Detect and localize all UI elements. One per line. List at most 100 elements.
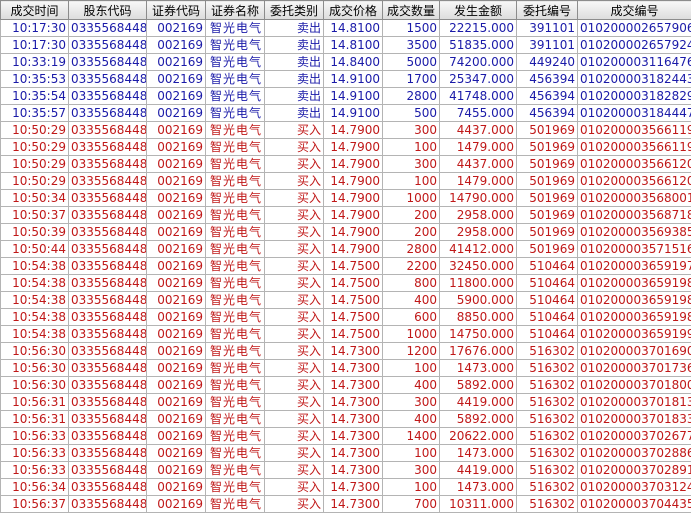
cell-price: 14.8400 (323, 53, 383, 71)
cell-security-name: 智光电气 (205, 206, 265, 224)
table-row[interactable]: 10:54:38 0335568448 002169 智光电气 买入 14.7500 800… (0, 274, 691, 292)
cell-price: 14.7300 (323, 376, 383, 394)
cell-security-code: 002169 (146, 291, 206, 309)
cell-security-name: 智光电气 (205, 359, 265, 377)
col-header-quantity[interactable]: 成交数量 (382, 0, 440, 20)
cell-holder-code: 0335568448 (68, 36, 147, 54)
col-header-price[interactable]: 成交价格 (323, 0, 383, 20)
cell-time: 10:50:29 (0, 121, 69, 139)
cell-quantity: 1500 (382, 19, 440, 37)
table-row[interactable]: 10:56:37 0335568448 002169 智光电气 买入 14.7300 700… (0, 495, 691, 513)
cell-order-type: 买入 (264, 342, 324, 360)
cell-security-code: 002169 (146, 393, 206, 411)
cell-price: 14.7300 (323, 461, 383, 479)
table-row[interactable]: 10:35:57 0335568448 002169 智光电气 卖出 14.9100 500… (0, 104, 691, 122)
cell-amount: 1479.000 (439, 172, 517, 190)
cell-order-type: 买入 (264, 461, 324, 479)
col-header-security-name[interactable]: 证券名称 (205, 0, 265, 20)
cell-order-no: 510464 (516, 291, 578, 309)
cell-time: 10:54:38 (0, 274, 69, 292)
cell-quantity: 100 (382, 172, 440, 190)
cell-quantity: 2800 (382, 87, 440, 105)
cell-time: 10:56:33 (0, 444, 69, 462)
header-row: 成交时间 股东代码 证券代码 证券名称 委托类别 成交价格 成交数量 发生金额 … (0, 0, 691, 20)
table-row[interactable]: 10:50:39 0335568448 002169 智光电气 买入 14.7900 200… (0, 223, 691, 241)
table-row[interactable]: 10:56:30 0335568448 002169 智光电气 买入 14.7300 120… (0, 342, 691, 360)
col-header-order-no[interactable]: 委托编号 (516, 0, 578, 20)
cell-security-code: 002169 (146, 376, 206, 394)
cell-holder-code: 0335568448 (68, 70, 147, 88)
table-row[interactable]: 10:54:38 0335568448 002169 智光电气 买入 14.7500 220… (0, 257, 691, 275)
table-row[interactable]: 10:54:38 0335568448 002169 智光电气 买入 14.7500 400… (0, 291, 691, 309)
cell-security-code: 002169 (146, 308, 206, 326)
cell-quantity: 300 (382, 393, 440, 411)
cell-trade-no: 0102000037018337 (577, 410, 691, 428)
col-header-amount[interactable]: 发生金额 (439, 0, 517, 20)
cell-order-type: 卖出 (264, 53, 324, 71)
table-row[interactable]: 10:35:54 0335568448 002169 智光电气 卖出 14.9100 280… (0, 87, 691, 105)
table-row[interactable]: 10:50:29 0335568448 002169 智光电气 买入 14.7900 300… (0, 155, 691, 173)
cell-security-code: 002169 (146, 478, 206, 496)
table-row[interactable]: 10:35:53 0335568448 002169 智光电气 卖出 14.9100 170… (0, 70, 691, 88)
table-row[interactable]: 10:50:37 0335568448 002169 智光电气 买入 14.7900 200… (0, 206, 691, 224)
cell-order-type: 买入 (264, 359, 324, 377)
cell-time: 10:50:29 (0, 138, 69, 156)
table-row[interactable]: 10:56:33 0335568448 002169 智光电气 买入 14.7300 300… (0, 461, 691, 479)
cell-trade-no: 0102000036591987 (577, 308, 691, 326)
cell-order-no: 501969 (516, 121, 578, 139)
table-row[interactable]: 10:50:29 0335568448 002169 智光电气 买入 14.7900 100… (0, 138, 691, 156)
cell-order-type: 买入 (264, 376, 324, 394)
table-row[interactable]: 10:33:19 0335568448 002169 智光电气 卖出 14.8400 500… (0, 53, 691, 71)
table-row[interactable]: 10:56:33 0335568448 002169 智光电气 买入 14.7300 140… (0, 427, 691, 445)
table-row[interactable]: 10:56:31 0335568448 002169 智光电气 买入 14.7300 300… (0, 393, 691, 411)
col-header-security-code[interactable]: 证券代码 (146, 0, 206, 20)
table-row[interactable]: 10:56:33 0335568448 002169 智光电气 买入 14.7300 100… (0, 444, 691, 462)
table-row[interactable]: 10:54:38 0335568448 002169 智光电气 买入 14.7500 100… (0, 325, 691, 343)
cell-security-name: 智光电气 (205, 189, 265, 207)
cell-security-code: 002169 (146, 257, 206, 275)
table-row[interactable]: 10:56:34 0335568448 002169 智光电气 买入 14.7300 100… (0, 478, 691, 496)
cell-order-type: 买入 (264, 427, 324, 445)
col-header-holder-code[interactable]: 股东代码 (68, 0, 147, 20)
cell-holder-code: 0335568448 (68, 121, 147, 139)
cell-order-type: 买入 (264, 206, 324, 224)
cell-holder-code: 0335568448 (68, 138, 147, 156)
table-row[interactable]: 10:17:30 0335568448 002169 智光电气 卖出 14.8100 150… (0, 19, 691, 37)
cell-order-no: 456394 (516, 70, 578, 88)
cell-time: 10:56:30 (0, 376, 69, 394)
table-row[interactable]: 10:54:38 0335568448 002169 智光电气 买入 14.7500 600… (0, 308, 691, 326)
table-row[interactable]: 10:50:34 0335568448 002169 智光电气 买入 14.7900 100… (0, 189, 691, 207)
cell-price: 14.7500 (323, 325, 383, 343)
cell-price: 14.7300 (323, 495, 383, 513)
cell-order-type: 买入 (264, 291, 324, 309)
cell-holder-code: 0335568448 (68, 53, 147, 71)
cell-holder-code: 0335568448 (68, 223, 147, 241)
cell-order-type: 买入 (264, 325, 324, 343)
cell-trade-no: 0102000036591978 (577, 257, 691, 275)
col-header-order-type[interactable]: 委托类别 (264, 0, 324, 20)
cell-time: 10:56:33 (0, 461, 69, 479)
cell-security-name: 智光电气 (205, 104, 265, 122)
cell-trade-no: 0102000026579244 (577, 36, 691, 54)
cell-quantity: 2200 (382, 257, 440, 275)
cell-holder-code: 0335568448 (68, 155, 147, 173)
cell-trade-no: 0102000036591984 (577, 291, 691, 309)
cell-time: 10:35:57 (0, 104, 69, 122)
col-header-time[interactable]: 成交时间 (0, 0, 69, 20)
cell-trade-no: 0102000035680013 (577, 189, 691, 207)
cell-time: 10:56:37 (0, 495, 69, 513)
cell-holder-code: 0335568448 (68, 257, 147, 275)
cell-security-code: 002169 (146, 189, 206, 207)
cell-holder-code: 0335568448 (68, 393, 147, 411)
col-header-trade-no[interactable]: 成交编号 (577, 0, 691, 20)
table-row[interactable]: 10:50:29 0335568448 002169 智光电气 买入 14.7900 100… (0, 172, 691, 190)
table-row[interactable]: 10:50:29 0335568448 002169 智光电气 买入 14.7900 300… (0, 121, 691, 139)
table-row[interactable]: 10:56:30 0335568448 002169 智光电气 买入 14.7300 400… (0, 376, 691, 394)
cell-holder-code: 0335568448 (68, 206, 147, 224)
cell-quantity: 100 (382, 444, 440, 462)
table-row[interactable]: 10:56:31 0335568448 002169 智光电气 买入 14.7300 400… (0, 410, 691, 428)
table-row[interactable]: 10:56:30 0335568448 002169 智光电气 买入 14.7300 100… (0, 359, 691, 377)
table-row[interactable]: 10:17:30 0335568448 002169 智光电气 卖出 14.8100 350… (0, 36, 691, 54)
cell-price: 14.7900 (323, 189, 383, 207)
table-row[interactable]: 10:50:44 0335568448 002169 智光电气 买入 14.7900 280… (0, 240, 691, 258)
